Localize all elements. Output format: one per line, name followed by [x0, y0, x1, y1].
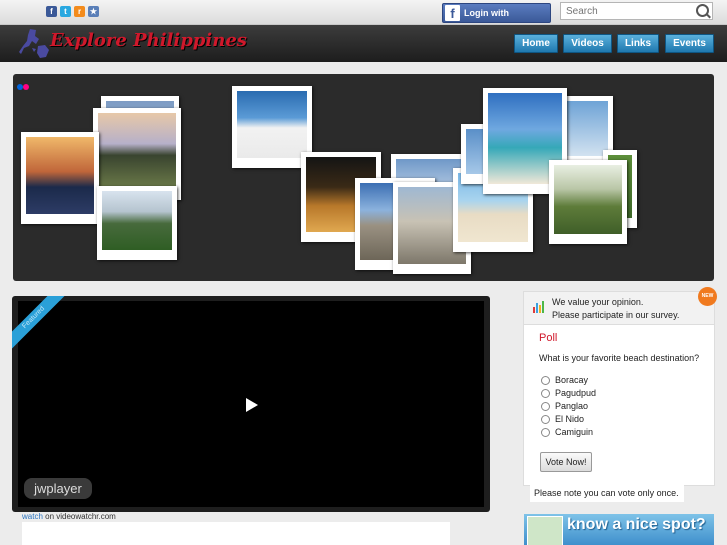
poll-title: Poll: [539, 332, 558, 344]
poll-note: Please note you can vote only once.: [530, 485, 684, 502]
site-logo[interactable]: Explore Philippines: [50, 30, 247, 51]
twitter-icon[interactable]: t: [60, 6, 71, 17]
video-credit: watch on videowatchr.com: [22, 512, 116, 521]
bookmark-star-icon[interactable]: ★: [88, 6, 99, 17]
map-icon: [527, 516, 563, 545]
facebook-logo-icon: f: [445, 5, 460, 21]
photo-thumbnail[interactable]: [549, 160, 627, 244]
play-icon[interactable]: [246, 398, 258, 412]
poll-question: What is your favorite beach destination?: [539, 353, 700, 363]
login-with-facebook-button[interactable]: f Login with Facebook: [442, 3, 551, 36]
credit-text: on videowatchr.com: [42, 512, 116, 521]
featured-ribbon: Featured: [12, 296, 72, 356]
philippines-map-icon[interactable]: [18, 27, 52, 61]
top-bar: f t r ★ f Login with Facebook: [0, 0, 727, 36]
radio-button[interactable]: [541, 428, 550, 437]
flickr-icon: [17, 84, 29, 90]
promo-text: know a nice spot?: [567, 516, 706, 533]
nav-events[interactable]: Events: [665, 34, 714, 53]
radio-button[interactable]: [541, 415, 550, 424]
photo-thumbnail[interactable]: [97, 186, 177, 260]
search-icon[interactable]: [696, 4, 709, 17]
poll-widget: We value your opinion. Please participat…: [523, 287, 717, 486]
nav-links[interactable]: Links: [617, 34, 659, 53]
search-input[interactable]: [560, 2, 713, 20]
photo-thumbnail[interactable]: [21, 132, 99, 224]
content-strip: [22, 522, 450, 545]
new-badge: NEW: [698, 287, 717, 306]
site-header: Explore Philippines Home Videos Links Ev…: [0, 25, 727, 62]
bar-chart-icon: [533, 301, 545, 313]
nav-videos[interactable]: Videos: [563, 34, 612, 53]
radio-button[interactable]: [541, 389, 550, 398]
facebook-icon[interactable]: f: [46, 6, 57, 17]
poll-message: We value your opinion. Please participat…: [552, 297, 680, 320]
know-a-nice-spot-banner[interactable]: know a nice spot?: [524, 514, 714, 545]
nav-home[interactable]: Home: [514, 34, 558, 53]
watch-link[interactable]: watch: [22, 512, 43, 521]
radio-button[interactable]: [541, 402, 550, 411]
photo-thumbnail[interactable]: [232, 86, 312, 168]
rss-icon[interactable]: r: [74, 6, 85, 17]
photo-collage-banner: [13, 74, 714, 281]
radio-button[interactable]: [541, 376, 550, 385]
jwplayer-logo[interactable]: jwplayer: [24, 478, 92, 499]
poll-header: We value your opinion. Please participat…: [524, 287, 717, 325]
vote-button[interactable]: Vote Now!: [540, 452, 592, 472]
